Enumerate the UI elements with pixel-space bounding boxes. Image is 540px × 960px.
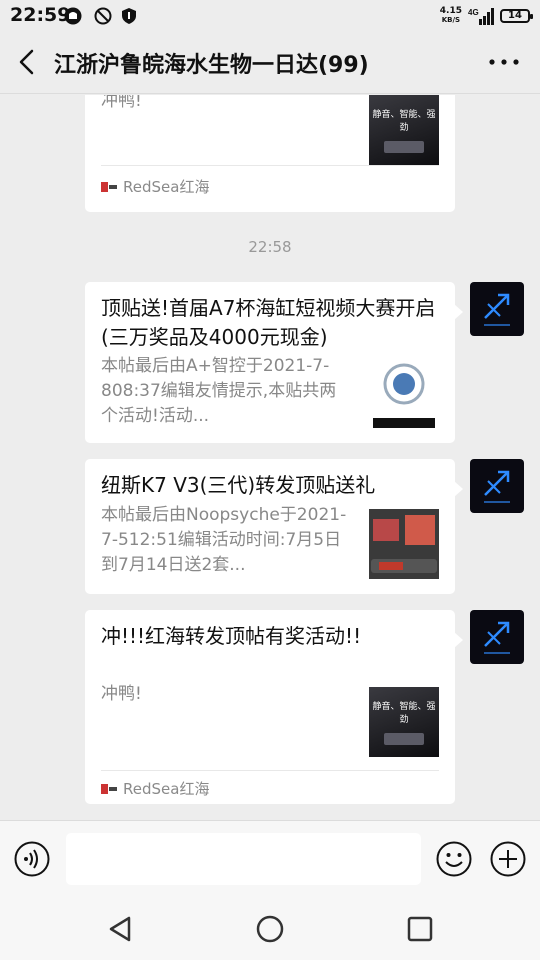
net-speed: 4.15 KB/S [440,7,462,25]
card-thumbnail: 静音、智能、强劲 [369,95,439,165]
card-divider [101,770,439,771]
card-divider [101,165,439,166]
signal-icon: 4G [468,8,494,25]
card-thumbnail [369,509,439,579]
card-title: 冲!!!红海转发顶帖有奖活动!! [101,624,362,648]
card-title: 顶贴送!首届A7杯海缸短视频大赛开启(三万奖品及4000元现金) [101,296,436,349]
avatar[interactable] [470,610,524,664]
card-source: RedSea红海 [101,778,209,799]
avatar-icon [484,621,510,654]
link-card-redsea-contest[interactable]: 冲!!!红海转发顶帖有奖活动!! 冲鸭! 静音、智能、强劲 RedSea红海 [85,610,463,804]
status-right: 4.15 KB/S 4G 14 [440,4,533,28]
thumbnail-text: 静音、智能、强劲 [372,702,436,725]
do-not-disturb-icon [94,7,112,25]
status-bar: 22:59 4.15 KB/S 4G 14 [0,0,540,32]
triangle-back-icon[interactable] [103,912,137,946]
voice-icon[interactable] [14,841,50,877]
net-speed-value: 4.15 [439,6,462,16]
message-timestamp: 22:58 [248,238,292,256]
message-input[interactable] [66,833,421,885]
input-bar [0,820,540,900]
avatar-icon [484,293,510,326]
card-source-name: RedSea红海 [123,780,210,798]
card-source: RedSea红海 [101,176,209,197]
navigation-bar [0,900,540,960]
link-card-a7-contest[interactable]: 顶贴送!首届A7杯海缸短视频大赛开启(三万奖品及4000元现金) 本帖最后由A+… [85,282,463,443]
avatar-icon [484,470,510,503]
battery-level: 14 [508,10,522,21]
shield-icon [122,8,136,24]
card-desc: 本帖最后由A+智控于2021-7-808:37编辑友情提示,本贴共两个活动!活动… [101,356,337,426]
network-type: 4G [468,8,479,17]
emoji-icon[interactable] [436,841,472,877]
card-thumbnail: 静音、智能、强劲 [369,687,439,757]
card-desc: 冲鸭! [101,95,142,111]
link-card-redsea-partial[interactable]: 冲鸭! 静音、智能、强劲 RedSea红海 [85,95,455,212]
redsea-logo-icon [101,783,117,794]
card-desc: 冲鸭! [101,684,142,704]
thumbnail-text: 静音、智能、强劲 [372,110,436,133]
card-source-name: RedSea红海 [123,178,210,196]
avatar[interactable] [470,282,524,336]
circle-home-icon[interactable] [253,912,287,946]
avatar[interactable] [470,459,524,513]
title-bar: 江浙沪鲁皖海水生物一日达(99) [0,32,540,94]
square-recents-icon[interactable] [403,912,437,946]
chat-title: 江浙沪鲁皖海水生物一日达(99) [54,53,369,78]
battery-icon: 14 [500,9,533,23]
notification-icon [64,7,82,25]
message-list[interactable]: 冲鸭! 静音、智能、强劲 RedSea红海 22:58 顶贴送!首届A7杯海缸短… [0,95,540,820]
card-title: 纽斯K7 V3(三代)转发顶贴送礼 [101,473,376,497]
plus-icon[interactable] [490,841,526,877]
status-time: 22:59 [10,4,71,26]
back-button[interactable] [12,46,44,78]
card-thumbnail [369,358,439,428]
net-speed-unit: KB/S [441,16,461,24]
card-desc: 本帖最后由Noopsyche于2021-7-512:51编辑活动时间:7月5日到… [101,505,347,575]
link-card-k7-v3[interactable]: 纽斯K7 V3(三代)转发顶贴送礼 本帖最后由Noopsyche于2021-7-… [85,459,463,594]
redsea-logo-icon [101,181,117,192]
more-options-button[interactable] [486,48,522,76]
